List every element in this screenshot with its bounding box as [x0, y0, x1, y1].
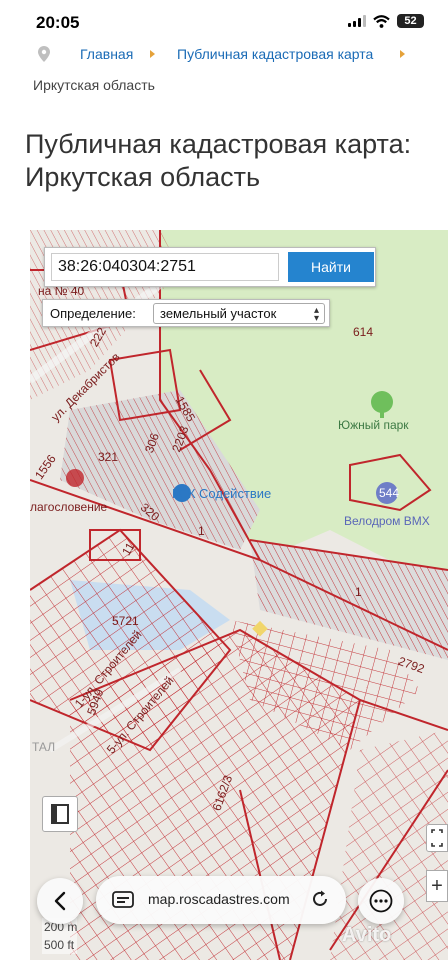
map-label: ТАЛ [32, 740, 56, 754]
chevron-updown-icon: ▴ ▾ [313, 305, 319, 324]
wifi-icon [373, 14, 390, 28]
zoom-in-button[interactable]: + [426, 870, 448, 902]
status-icons: 52 [348, 14, 424, 28]
scale-feet: 500 ft [42, 936, 78, 954]
map-label: 5721 [112, 614, 139, 628]
map-label: лагословение [30, 500, 108, 514]
map-label: 321 [98, 450, 119, 464]
more-dots-icon [369, 889, 393, 913]
location-pin-icon [38, 46, 50, 62]
fullscreen-button[interactable] [426, 824, 448, 852]
definition-value: земельный участок [160, 306, 277, 321]
site-settings-icon [112, 891, 134, 908]
chevron-left-icon [54, 891, 66, 911]
definition-label: Определение: [50, 306, 136, 321]
status-time: 20:05 [36, 13, 80, 32]
search-button[interactable]: Найти [288, 252, 374, 282]
back-button[interactable] [37, 878, 83, 924]
cadastral-search-panel: Найти [44, 247, 376, 287]
breadcrumb: Главная Публичная кадастровая карта Ирку… [0, 40, 448, 104]
poi-label-velodrom: Велодром ВМХ [344, 514, 430, 528]
battery-icon: 52 [397, 14, 424, 28]
breadcrumb-arrow-icon [150, 50, 155, 58]
page-title: Публичная кадастровая карта: Иркутская о… [25, 129, 412, 192]
breadcrumb-home-link[interactable]: Главная [80, 46, 133, 62]
url-text: map.roscadastres.com [148, 891, 290, 907]
address-bar[interactable]: map.roscadastres.com [96, 876, 346, 924]
definition-panel: Определение: земельный участок ▴ ▾ [42, 299, 330, 327]
map-label: 1 [198, 524, 205, 538]
breadcrumb-map-link[interactable]: Публичная кадастровая карта [177, 46, 373, 62]
poi-label-gsk: ГСК Содействие [172, 486, 272, 501]
status-bar: 20:05 52 [0, 0, 448, 40]
reload-icon[interactable] [310, 889, 330, 909]
map-label: 544 [379, 486, 400, 500]
cadastral-number-input[interactable] [51, 253, 279, 281]
poi-label-park: Южный парк [338, 418, 409, 432]
definition-select[interactable]: земельный участок ▴ ▾ [153, 303, 325, 324]
avito-watermark: Avito [342, 924, 392, 946]
breadcrumb-current: Иркутская область [33, 77, 155, 93]
layers-icon [51, 804, 69, 824]
more-button[interactable] [358, 878, 404, 924]
map-label: 614 [353, 325, 374, 339]
breadcrumb-arrow-icon [400, 50, 405, 58]
signal-icon [348, 15, 366, 27]
expand-icon [431, 829, 443, 847]
cadastral-map[interactable]: на № 40 222 ул. Декабристов 614 1585 220… [30, 230, 448, 960]
map-label: 1 [355, 585, 362, 599]
layers-button[interactable] [42, 796, 78, 832]
